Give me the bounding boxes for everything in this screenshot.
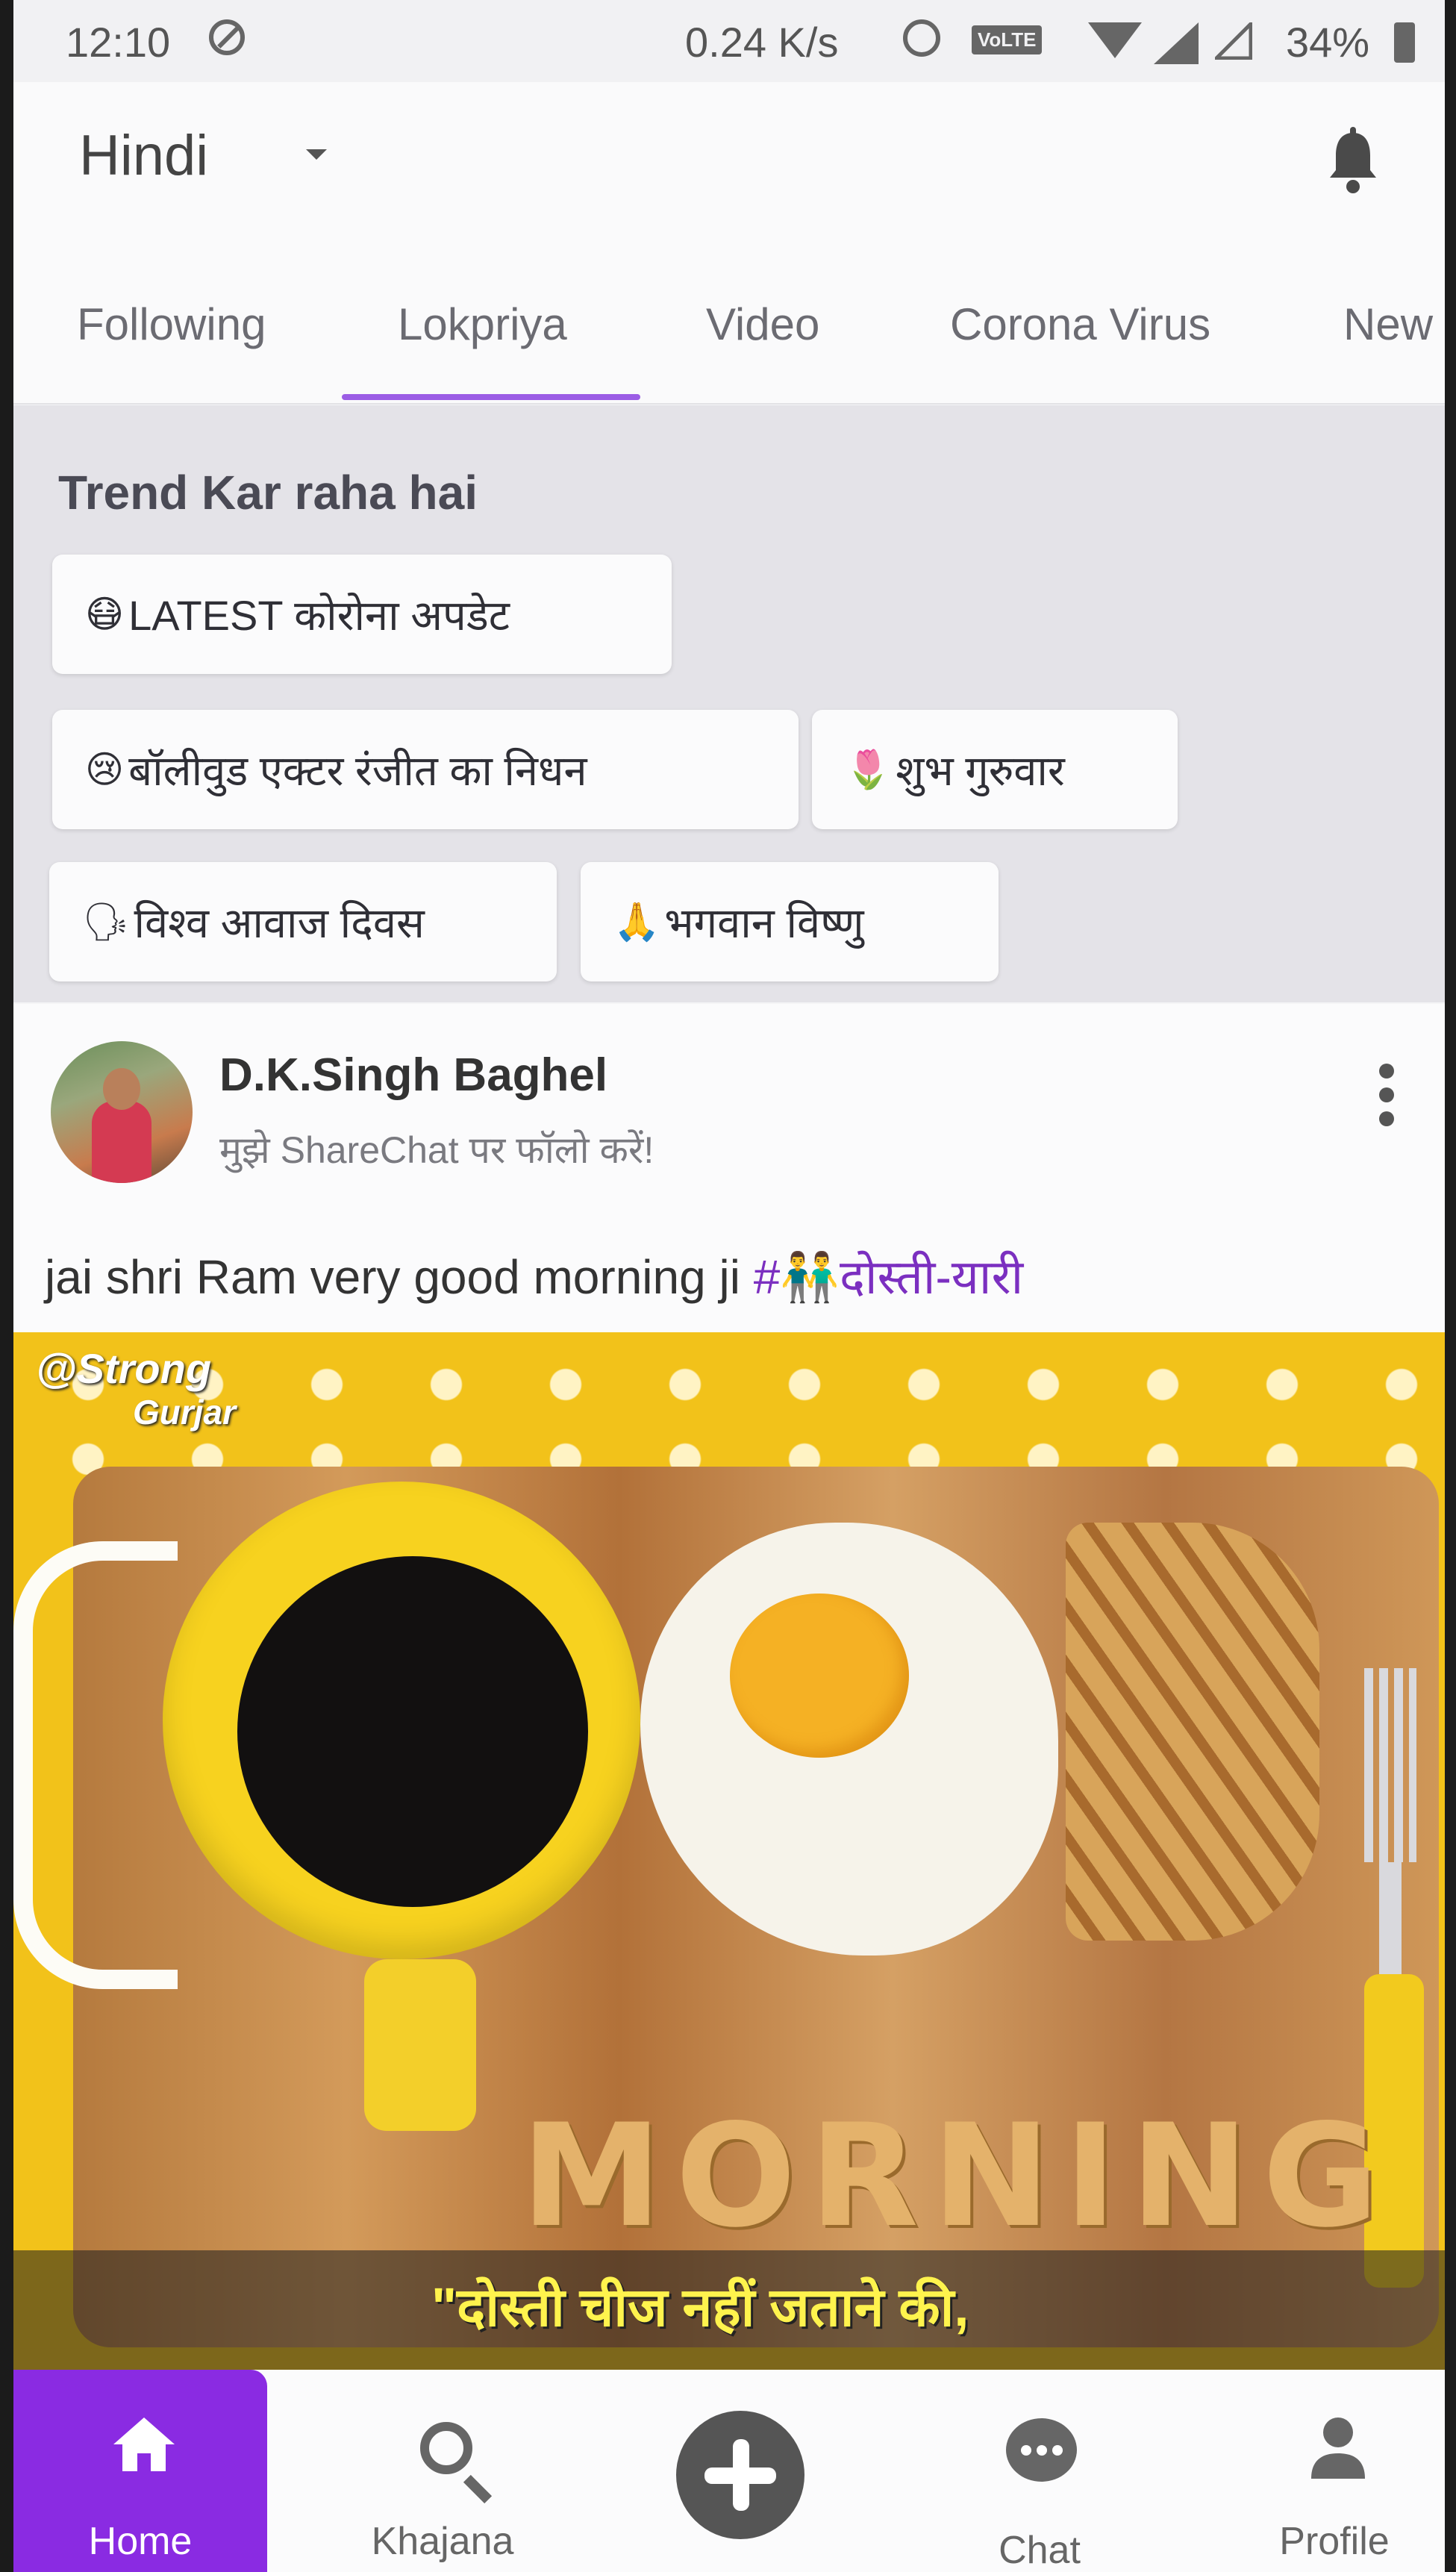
battery-icon bbox=[1394, 22, 1415, 63]
post-card: D.K.Singh Baghel मुझे ShareChat पर फॉलो … bbox=[13, 1004, 1445, 1332]
app-header: Hindi bbox=[13, 82, 1445, 231]
trending-section: Trend Kar raha hai 😷 LATEST कोरोना अपडेट… bbox=[13, 405, 1445, 1002]
chat-icon bbox=[1006, 2418, 1077, 2482]
nav-chat[interactable]: Chat bbox=[913, 2370, 1166, 2572]
watermark-name: Gurjar bbox=[133, 1393, 237, 1432]
image-subtitle-bar: "दोस्ती चीज नहीं जताने की, bbox=[13, 2250, 1445, 2370]
search-icon bbox=[420, 2422, 472, 2474]
battery-percent: 34% bbox=[1286, 19, 1370, 66]
trending-title: Trend Kar raha hai bbox=[58, 466, 478, 519]
signal-empty-icon bbox=[1215, 22, 1252, 60]
chevron-down-icon[interactable] bbox=[306, 149, 327, 160]
tab-video[interactable]: Video bbox=[706, 299, 819, 350]
tab-corona-virus[interactable]: Corona Virus bbox=[950, 299, 1210, 350]
profile-icon bbox=[1311, 2418, 1365, 2479]
home-icon bbox=[113, 2418, 175, 2471]
avatar-figure-body bbox=[92, 1101, 151, 1183]
signal-icon bbox=[1154, 22, 1199, 64]
tab-new[interactable]: New bbox=[1343, 299, 1433, 350]
volte-badge: VoLTE bbox=[972, 25, 1043, 54]
image-subtitle: "दोस्ती चीज नहीं जताने की, bbox=[431, 2278, 969, 2338]
create-post-button[interactable] bbox=[676, 2411, 804, 2539]
egg-yolk bbox=[730, 1594, 909, 1758]
nav-khajana-label: Khajana bbox=[371, 2520, 514, 2563]
nav-home[interactable]: Home bbox=[13, 2370, 267, 2572]
trend-chip-label: भगवान विष्णु bbox=[664, 899, 864, 946]
nav-profile[interactable]: Profile bbox=[1207, 2370, 1445, 2572]
crying-emoji-icon: 😢 bbox=[85, 749, 125, 790]
speaking-head-emoji-icon: 🗣 bbox=[82, 900, 130, 943]
morning-word: MORNING bbox=[521, 2094, 1393, 2259]
nav-khajana[interactable]: Khajana bbox=[316, 2370, 569, 2572]
mask-emoji-icon: 😷 bbox=[85, 593, 125, 635]
avatar-figure-head bbox=[103, 1068, 140, 1110]
phone-screen: 12:10 0.24 K/s VoLTE 34% Hindi Following… bbox=[13, 0, 1445, 2572]
toast bbox=[1066, 1523, 1319, 1941]
trend-chip-label: विश्व आवाज दिवस bbox=[134, 899, 425, 946]
trend-chip-corona[interactable]: 😷 LATEST कोरोना अपडेट bbox=[52, 555, 672, 674]
do-not-disturb-icon bbox=[209, 19, 245, 55]
active-tab-indicator bbox=[342, 394, 640, 400]
alarm-icon bbox=[903, 19, 940, 57]
trend-chip-label: शुभ गुरुवार bbox=[896, 747, 1065, 794]
cup-handle bbox=[364, 1959, 476, 2131]
post-hashtag[interactable]: #👬दोस्ती-यारी bbox=[754, 1250, 1024, 1304]
post-caption-text: jai shri Ram very good morning ji bbox=[45, 1250, 754, 1304]
trend-chip-vishwa-aawaj[interactable]: 🗣 विश्व आवाज दिवस bbox=[49, 862, 557, 981]
status-bar: 12:10 0.24 K/s VoLTE 34% bbox=[13, 0, 1445, 82]
nav-profile-label: Profile bbox=[1279, 2520, 1390, 2563]
avatar[interactable] bbox=[51, 1041, 193, 1183]
trend-chip-bollywood[interactable]: 😢 बॉलीवुड एक्टर रंजीत का निधन bbox=[52, 710, 799, 829]
folded-hands-emoji-icon: 🙏 bbox=[613, 900, 660, 943]
nav-chat-label: Chat bbox=[999, 2529, 1081, 2572]
tulip-emoji-icon: 🌷 bbox=[845, 748, 892, 790]
wifi-icon bbox=[1088, 22, 1142, 58]
post-caption: jai shri Ram very good morning ji #👬दोस्… bbox=[45, 1243, 1023, 1308]
trend-chip-shubh-guruwar[interactable]: 🌷 शुभ गुरुवार bbox=[812, 710, 1178, 829]
tab-following[interactable]: Following bbox=[77, 299, 266, 350]
feed-tabs: Following Lokpriya Video Corona Virus Ne… bbox=[13, 231, 1445, 405]
trend-chip-label: LATEST कोरोना अपडेट bbox=[128, 592, 510, 639]
coffee bbox=[237, 1556, 588, 1907]
language-selector[interactable]: Hindi bbox=[79, 123, 208, 188]
trend-chip-bhagwan-vishnu[interactable]: 🙏 भगवान विष्णु bbox=[581, 862, 999, 981]
more-options-icon[interactable] bbox=[1372, 1064, 1402, 1146]
post-author-name[interactable]: D.K.Singh Baghel bbox=[219, 1049, 607, 1102]
letter-g-shape bbox=[13, 1541, 178, 1989]
post-image[interactable]: MORNING @Strong Gurjar "दोस्ती चीज नहीं … bbox=[13, 1332, 1445, 2370]
bottom-navigation: Home Khajana Chat Profile bbox=[13, 2370, 1445, 2572]
nav-home-label: Home bbox=[88, 2520, 193, 2563]
network-speed: 0.24 K/s bbox=[685, 19, 839, 66]
status-time: 12:10 bbox=[66, 19, 171, 66]
trend-chip-label: बॉलीवुड एक्टर रंजीत का निधन bbox=[128, 747, 587, 794]
bell-icon[interactable] bbox=[1327, 127, 1379, 194]
watermark-handle: @Strong bbox=[36, 1345, 212, 1392]
tab-lokpriya[interactable]: Lokpriya bbox=[398, 299, 567, 350]
post-follow-prompt: मुझे ShareChat पर फॉलो करें! bbox=[219, 1129, 654, 1171]
